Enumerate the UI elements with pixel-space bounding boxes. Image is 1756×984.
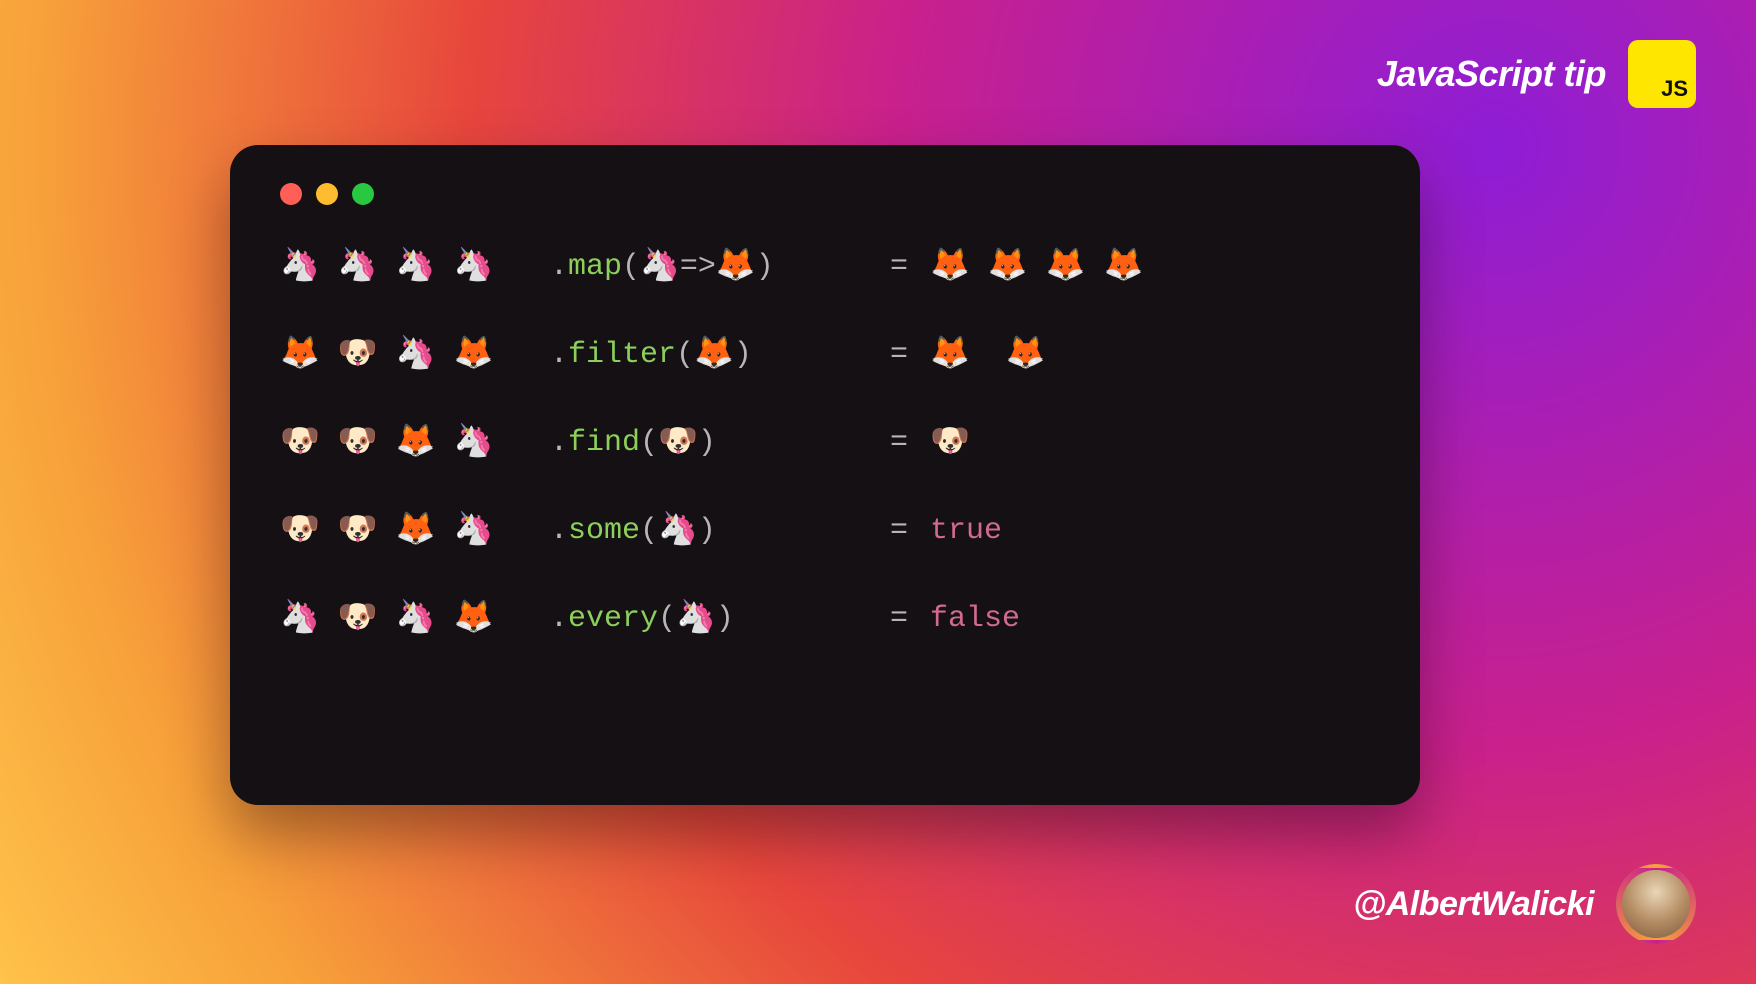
code-input: 🦄 🐶 🦄 🦊 <box>280 603 550 635</box>
code-input: 🐶 🐶 🦊 🦄 <box>280 515 550 547</box>
unicorn-emoji-icon: 🦄 <box>396 603 436 635</box>
method-name: find <box>568 428 640 458</box>
code-output: false <box>930 604 1020 634</box>
header: JavaScript tip JS <box>1377 40 1696 108</box>
dot-punct: . <box>550 516 568 546</box>
avatar <box>1616 864 1696 944</box>
fox-emoji-icon: 🦊 <box>716 251 756 283</box>
method-name: filter <box>568 340 676 370</box>
equals-punct: = <box>890 340 930 370</box>
dog-emoji-icon: 🐶 <box>280 515 320 547</box>
dog-emoji-icon: 🐶 <box>658 427 698 459</box>
fox-emoji-icon: 🦊 <box>396 515 436 547</box>
close-paren: ) <box>716 604 734 634</box>
window-dots <box>280 183 1370 205</box>
unicorn-emoji-icon: 🦄 <box>280 251 320 283</box>
close-paren: ) <box>698 516 716 546</box>
arrow-punct: => <box>680 252 716 282</box>
code-input: 🐶 🐶 🦊 🦄 <box>280 427 550 459</box>
dog-emoji-icon: 🐶 <box>338 427 378 459</box>
code-output: true <box>930 516 1002 546</box>
code-output: 🦊 🦊 🦊 🦊 <box>930 251 1143 283</box>
open-paren: ( <box>622 252 640 282</box>
fox-emoji-icon: 🦊 <box>930 339 970 371</box>
method-name: every <box>568 604 658 634</box>
js-badge-icon: JS <box>1628 40 1696 108</box>
open-paren: ( <box>640 428 658 458</box>
open-paren: ( <box>640 516 658 546</box>
fox-emoji-icon: 🦊 <box>1104 251 1144 283</box>
dog-emoji-icon: 🐶 <box>338 339 378 371</box>
equals-punct: = <box>890 516 930 546</box>
unicorn-emoji-icon: 🦄 <box>280 603 320 635</box>
window-dot-close-icon <box>280 183 302 205</box>
dot-punct: . <box>550 604 568 634</box>
window-dot-zoom-icon <box>352 183 374 205</box>
code-output: 🦊🦊 <box>930 339 1046 371</box>
author-handle: @AlbertWalicki <box>1353 885 1594 924</box>
code-row: 🦄🐶🦄🦊.every(🦄)=false <box>280 603 1370 635</box>
code-call: .filter(🦊) <box>550 339 890 371</box>
dog-emoji-icon: 🐶 <box>338 603 378 635</box>
fox-emoji-icon: 🦊 <box>454 603 494 635</box>
unicorn-emoji-icon: 🦄 <box>396 251 436 283</box>
boolean-keyword: false <box>930 604 1020 634</box>
unicorn-emoji-icon: 🦄 <box>338 251 378 283</box>
code-input: 🦊 🐶 🦄 🦊 <box>280 339 550 371</box>
unicorn-emoji-icon: 🦄 <box>454 251 494 283</box>
unicorn-emoji-icon: 🦄 <box>640 251 680 283</box>
code-card: 🦄🦄🦄🦄.map(🦄 => 🦊)=🦊🦊🦊🦊🦊🐶🦄🦊.filter(🦊)=🦊🦊🐶🐶… <box>230 145 1420 805</box>
code-block: 🦄🦄🦄🦄.map(🦄 => 🦊)=🦊🦊🦊🦊🦊🐶🦄🦊.filter(🦊)=🦊🦊🐶🐶… <box>280 251 1370 635</box>
dot-punct: . <box>550 252 568 282</box>
fox-emoji-icon: 🦊 <box>930 251 970 283</box>
code-row: 🐶🐶🦊🦄.find(🐶)=🐶 <box>280 427 1370 459</box>
code-row: 🐶🐶🦊🦄.some(🦄)=true <box>280 515 1370 547</box>
close-paren: ) <box>698 428 716 458</box>
method-name: map <box>568 252 622 282</box>
code-row: 🦄🦄🦄🦄.map(🦄 => 🦊)=🦊🦊🦊🦊 <box>280 251 1370 283</box>
fox-emoji-icon: 🦊 <box>396 427 436 459</box>
fox-emoji-icon: 🦊 <box>1006 339 1046 371</box>
dot-punct: . <box>550 428 568 458</box>
unicorn-emoji-icon: 🦄 <box>454 427 494 459</box>
fox-emoji-icon: 🦊 <box>988 251 1028 283</box>
code-call: .find(🐶) <box>550 427 890 459</box>
footer: @AlbertWalicki <box>1353 864 1696 944</box>
fox-emoji-icon: 🦊 <box>694 339 734 371</box>
open-paren: ( <box>658 604 676 634</box>
method-name: some <box>568 516 640 546</box>
code-call: .some(🦄) <box>550 515 890 547</box>
window-dot-minimize-icon <box>316 183 338 205</box>
unicorn-emoji-icon: 🦄 <box>658 515 698 547</box>
dot-punct: . <box>550 340 568 370</box>
code-call: .every(🦄) <box>550 603 890 635</box>
code-output: 🐶 <box>930 427 970 459</box>
dog-emoji-icon: 🐶 <box>338 515 378 547</box>
fox-emoji-icon: 🦊 <box>1046 251 1086 283</box>
code-input: 🦄 🦄 🦄 🦄 <box>280 251 550 283</box>
equals-punct: = <box>890 428 930 458</box>
unicorn-emoji-icon: 🦄 <box>396 339 436 371</box>
boolean-keyword: true <box>930 516 1002 546</box>
code-row: 🦊🐶🦄🦊.filter(🦊)=🦊🦊 <box>280 339 1370 371</box>
fox-emoji-icon: 🦊 <box>454 339 494 371</box>
code-call: .map(🦄 => 🦊) <box>550 251 890 283</box>
header-title: JavaScript tip <box>1377 53 1606 95</box>
close-paren: ) <box>756 252 774 282</box>
equals-punct: = <box>890 604 930 634</box>
equals-punct: = <box>890 252 930 282</box>
unicorn-emoji-icon: 🦄 <box>454 515 494 547</box>
close-paren: ) <box>734 340 752 370</box>
unicorn-emoji-icon: 🦄 <box>676 603 716 635</box>
fox-emoji-icon: 🦊 <box>280 339 320 371</box>
dog-emoji-icon: 🐶 <box>280 427 320 459</box>
open-paren: ( <box>676 340 694 370</box>
dog-emoji-icon: 🐶 <box>930 427 970 459</box>
